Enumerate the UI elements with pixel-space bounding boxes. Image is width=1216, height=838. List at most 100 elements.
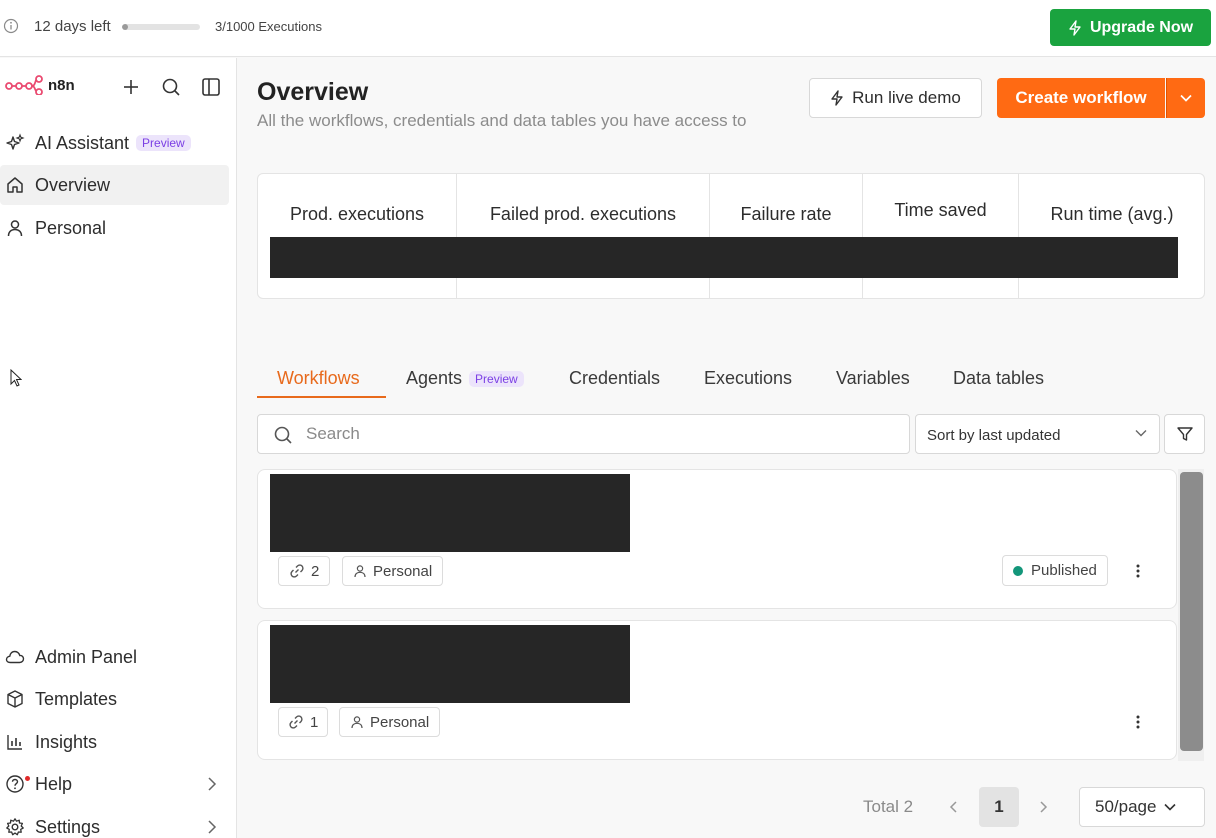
trial-progress-bar xyxy=(122,24,200,30)
sidebar-item-label: Settings xyxy=(35,816,101,837)
chevron-right-icon xyxy=(207,819,217,835)
n8n-logo[interactable]: n8n xyxy=(5,75,75,95)
tab-executions[interactable]: Executions xyxy=(704,368,792,389)
workflow-card[interactable]: 1 Personal xyxy=(257,620,1177,760)
stat-label: Prod. executions xyxy=(289,204,425,224)
create-workflow-button[interactable]: Create workflow xyxy=(997,78,1165,118)
tab-workflows[interactable]: Workflows xyxy=(277,368,360,389)
sidebar-item-label: Templates xyxy=(35,688,118,709)
more-options-icon[interactable] xyxy=(1129,713,1147,731)
sort-select[interactable]: Sort by last updated xyxy=(915,414,1160,454)
stat-run-time[interactable]: Run time (avg.) xyxy=(1019,174,1205,298)
page-subtitle: All the workflows, credentials and data … xyxy=(257,111,747,130)
tab-credentials[interactable]: Credentials xyxy=(569,368,660,389)
link-icon xyxy=(288,714,304,730)
status-dot xyxy=(1013,565,1023,576)
search-icon xyxy=(273,425,293,445)
status-label: Published xyxy=(1031,562,1097,579)
page-size-select[interactable]: 50/page xyxy=(1079,787,1205,827)
n8n-logo-icon xyxy=(5,75,43,95)
sidebar: n8n AI Assistant Preview Overview Person… xyxy=(0,58,237,838)
filter-button[interactable] xyxy=(1164,414,1205,454)
stat-label: Failed prod. executions xyxy=(489,204,677,224)
link-icon xyxy=(289,563,305,579)
linked-count: 1 xyxy=(310,713,319,731)
sidebar-item-label: Overview xyxy=(35,174,111,195)
user-icon xyxy=(353,564,367,578)
status-badge: Published xyxy=(1002,555,1108,586)
tab-data-tables[interactable]: Data tables xyxy=(953,368,1044,389)
sidebar-item-personal[interactable]: Personal xyxy=(0,208,229,248)
sidebar-item-insights[interactable]: Insights xyxy=(0,722,229,762)
stat-time-saved[interactable]: Time saved xyxy=(863,174,1019,298)
owner-name: Personal xyxy=(370,713,430,731)
linked-count-chip: 2 xyxy=(278,556,331,586)
chevron-down-icon xyxy=(1164,803,1177,811)
page-number-button[interactable]: 1 xyxy=(979,787,1019,827)
stat-failure-rate[interactable]: Failure rate xyxy=(710,174,863,298)
linked-count-chip: 1 xyxy=(278,707,329,737)
sidebar-item-templates[interactable]: Templates xyxy=(0,679,229,719)
tab-label: Workflows xyxy=(277,368,360,388)
help-circle-icon xyxy=(5,774,25,794)
upgrade-button[interactable]: Upgrade Now xyxy=(1050,9,1211,46)
owner-chip[interactable]: Personal xyxy=(342,556,444,586)
panel-toggle-icon[interactable] xyxy=(200,76,222,98)
mouse-cursor-icon xyxy=(10,369,22,387)
home-icon xyxy=(5,175,25,195)
search-box xyxy=(257,414,910,454)
redacted-workflow-name xyxy=(270,625,630,703)
tab-label: Agents xyxy=(406,368,463,388)
sidebar-item-overview[interactable]: Overview xyxy=(0,165,229,205)
sparkles-icon xyxy=(5,133,25,153)
stat-label: Run time (avg.) xyxy=(1050,204,1174,224)
more-options-icon[interactable] xyxy=(1129,562,1147,580)
chevron-left-icon[interactable] xyxy=(945,797,963,817)
sort-selected-value: Sort by last updated xyxy=(927,427,1061,444)
sidebar-item-label: Insights xyxy=(35,731,98,752)
sidebar-item-help[interactable]: Help xyxy=(0,764,229,804)
preview-badge: Preview xyxy=(469,370,524,387)
owner-chip[interactable]: Personal xyxy=(339,707,441,737)
create-options-button[interactable] xyxy=(1166,78,1205,118)
search-icon[interactable] xyxy=(160,76,182,98)
run-live-demo-label: Run live demo xyxy=(852,88,961,107)
linked-count: 2 xyxy=(311,562,320,580)
tab-label: Executions xyxy=(704,368,793,388)
lightning-icon xyxy=(830,90,844,106)
sidebar-item-label: Personal xyxy=(35,217,107,238)
plus-icon[interactable] xyxy=(120,76,142,98)
sidebar-item-ai-assistant[interactable]: AI Assistant Preview xyxy=(0,123,229,163)
trial-days-left: 12 days left xyxy=(34,18,111,35)
stat-prod-executions[interactable]: Prod. executions xyxy=(258,174,457,298)
info-icon xyxy=(3,18,19,34)
redacted-workflow-name xyxy=(270,474,630,552)
tab-agents[interactable]: Agents Preview xyxy=(406,368,524,389)
insights-summary: Prod. executions Failed prod. executions… xyxy=(257,173,1205,299)
notification-dot xyxy=(25,776,30,781)
tab-variables[interactable]: Variables xyxy=(836,368,910,389)
tab-label: Variables xyxy=(836,368,910,388)
bar-chart-icon xyxy=(5,732,25,752)
page-title: Overview xyxy=(257,78,369,106)
trial-progress-fill xyxy=(122,24,129,30)
chevron-down-icon xyxy=(1180,94,1192,102)
user-icon xyxy=(5,218,25,238)
sidebar-item-label: AI Assistant xyxy=(35,132,130,153)
scrollbar-thumb[interactable] xyxy=(1180,472,1203,751)
chevron-right-icon xyxy=(207,776,217,792)
stat-label: Failure rate xyxy=(740,204,832,224)
sidebar-item-admin-panel[interactable]: Admin Panel xyxy=(0,637,229,677)
trial-executions: 3/1000 Executions xyxy=(215,19,322,34)
chevron-right-icon[interactable] xyxy=(1034,797,1052,817)
user-icon xyxy=(350,715,364,729)
workflow-card[interactable]: 2 Personal Published xyxy=(257,469,1177,609)
filter-icon xyxy=(1176,425,1194,443)
chevron-down-icon xyxy=(1135,429,1147,437)
run-live-demo-button[interactable]: Run live demo xyxy=(809,78,982,118)
active-tab-indicator xyxy=(257,396,386,398)
sidebar-item-settings[interactable]: Settings xyxy=(0,807,229,838)
stat-failed-prod-executions[interactable]: Failed prod. executions xyxy=(457,174,710,298)
search-input[interactable] xyxy=(306,424,886,444)
owner-name: Personal xyxy=(373,562,433,580)
